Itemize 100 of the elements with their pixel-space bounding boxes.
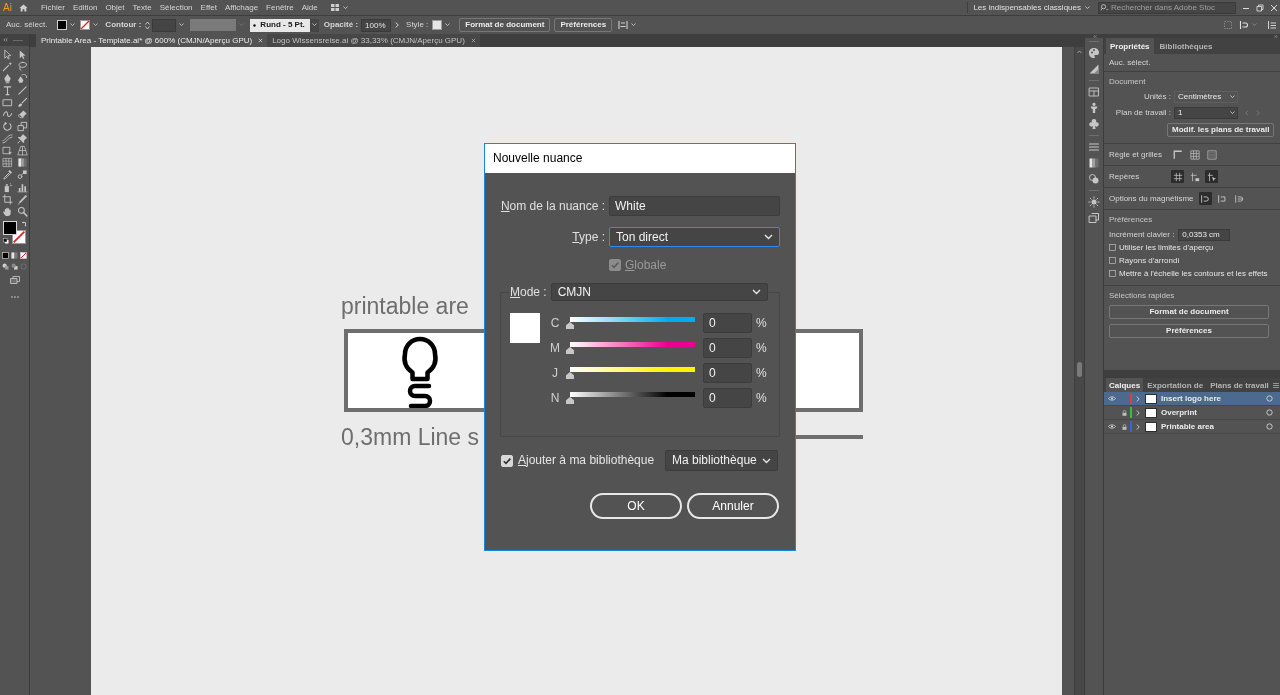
target-circle-icon[interactable] — [1266, 409, 1273, 416]
draw-behind-icon[interactable] — [11, 263, 18, 271]
toolbar-button[interactable]: Format de document — [459, 18, 551, 32]
pen-icon[interactable] — [1, 72, 13, 84]
restore-icon[interactable] — [1256, 3, 1264, 12]
units-dropdown[interactable]: Centimètres — [1174, 91, 1238, 103]
paintbrush-icon[interactable] — [16, 96, 28, 108]
keyboard-increment-field[interactable]: 0,0353 cm — [1178, 229, 1231, 241]
channel-value-field[interactable]: 0 — [703, 338, 752, 358]
target-circle-icon[interactable] — [1266, 423, 1273, 430]
menu-item[interactable]: Texte — [132, 2, 152, 13]
color-mode-dropdown[interactable]: CMJN — [550, 283, 768, 301]
curve-lines-icon[interactable] — [1, 133, 13, 145]
home-icon[interactable] — [18, 3, 28, 12]
panel-tab[interactable]: Plans de travail — [1207, 378, 1272, 392]
stroke-weight-field[interactable] — [152, 18, 177, 32]
channel-value-field[interactable]: 0 — [703, 313, 752, 333]
slider-thumb[interactable] — [566, 347, 574, 354]
document-tab[interactable]: Logo Wissensreise.ai @ 33,33% (CMJN/Aperçu GPU) — [267, 34, 480, 47]
type-icon[interactable] — [1, 84, 13, 96]
squiggle-icon[interactable] — [1, 108, 13, 120]
selection-arrow-icon[interactable] — [1, 48, 13, 60]
eraser-icon[interactable] — [16, 108, 28, 120]
edit-artboards-button[interactable]: Modif. les plans de travail — [1167, 123, 1275, 137]
dotted-square-icon[interactable] — [1223, 20, 1233, 30]
caret-icon[interactable] — [70, 23, 76, 27]
menu-item[interactable]: Objet — [105, 2, 125, 13]
document-tab[interactable]: Printable Area - Template.ai* @ 600% (CMJN/Aperçu GPU) — [36, 34, 268, 47]
search-icon[interactable] — [1100, 4, 1109, 11]
menu-item[interactable]: Affichage — [224, 2, 259, 13]
swatch-name-field[interactable]: White — [609, 196, 780, 216]
ok-button[interactable]: OK — [590, 493, 682, 519]
sun-icon[interactable] — [1088, 196, 1100, 208]
scrollbar-thumb[interactable] — [1077, 362, 1082, 377]
perspective-grid-icon[interactable] — [16, 145, 28, 157]
align-bars-icon[interactable] — [618, 20, 629, 30]
opacity-label-link[interactable]: Opacité : — [323, 20, 359, 30]
no-fill-icon[interactable] — [20, 252, 27, 260]
default-colors-icon[interactable] — [2, 238, 9, 245]
fill-swatch[interactable] — [57, 20, 68, 30]
type-dropdown[interactable]: Ton direct — [609, 227, 780, 247]
toggle-button[interactable] — [1232, 192, 1246, 205]
toggle-button[interactable] — [1171, 148, 1184, 161]
toggle-button[interactable] — [1188, 170, 1201, 183]
gradient-fill-icon[interactable] — [11, 252, 18, 260]
toggle-button[interactable] — [1188, 148, 1201, 161]
club-icon[interactable] — [1088, 118, 1100, 130]
checkbox[interactable] — [1109, 244, 1116, 251]
eyedropper-icon[interactable] — [1, 169, 13, 181]
panel-menu-icon[interactable] — [1267, 20, 1277, 30]
panel-tab[interactable]: Bibliothèques — [1155, 38, 1217, 54]
gradient-square-icon[interactable] — [16, 157, 28, 169]
slider-thumb[interactable] — [566, 322, 574, 329]
eye-icon[interactable] — [1107, 424, 1116, 429]
brush-dropdown[interactable]: Rund - 5 Pt. — [250, 18, 310, 32]
artboard-number-field[interactable]: 1 — [1174, 107, 1238, 119]
zoom-icon[interactable] — [16, 205, 28, 217]
spinner-arrows-icon[interactable] — [145, 20, 151, 30]
line-segment-icon[interactable] — [16, 84, 28, 96]
circle-square-icon[interactable] — [16, 169, 28, 181]
slider-thumb[interactable] — [566, 397, 574, 404]
brush-menu-button[interactable] — [309, 18, 319, 32]
menu-item[interactable]: Fenêtre — [266, 2, 294, 13]
panel-tab[interactable]: Propriétés — [1106, 38, 1154, 54]
swap-arrow-icon[interactable] — [20, 221, 27, 228]
knife-icon[interactable] — [16, 193, 28, 205]
stacked-squares-icon[interactable] — [1088, 212, 1100, 224]
menu-item[interactable]: Aide — [301, 2, 318, 13]
person-icon[interactable] — [1088, 102, 1100, 114]
bar-graph-icon[interactable] — [16, 181, 28, 193]
eye-icon[interactable] — [1107, 396, 1116, 401]
layer-row[interactable]: Printable area — [1104, 420, 1280, 434]
slider-thumb[interactable] — [566, 372, 574, 379]
menu-item[interactable]: Effet — [200, 2, 217, 13]
caret-icon[interactable] — [179, 23, 185, 27]
vertical-scrollbar[interactable] — [1074, 47, 1084, 695]
layer-row[interactable]: Insert logo here — [1104, 392, 1280, 406]
window-grid-icon[interactable] — [1088, 86, 1100, 98]
checkbox[interactable] — [1109, 257, 1116, 264]
curvature-pen-icon[interactable] — [16, 72, 28, 84]
menu-item[interactable]: Sélection — [159, 2, 193, 13]
pushpin-icon[interactable] — [16, 133, 28, 145]
caret-icon[interactable] — [93, 23, 99, 27]
rotate-icon[interactable] — [1, 121, 13, 133]
more-tools-dots-icon[interactable] — [10, 296, 19, 299]
hand-icon[interactable] — [1, 205, 13, 217]
workspace-switcher[interactable]: Les indispensables classiques — [973, 2, 1090, 13]
app-logo[interactable]: Ai — [3, 2, 12, 13]
layer-row[interactable]: Overprint — [1104, 406, 1280, 420]
checkbox[interactable] — [1109, 270, 1116, 277]
lock-icon[interactable] — [1122, 423, 1127, 430]
caret-icon[interactable] — [342, 5, 348, 10]
close-icon[interactable] — [1270, 3, 1278, 12]
screen-mode-icon[interactable] — [9, 276, 20, 285]
toggle-button[interactable] — [1171, 170, 1184, 183]
quick-action-button[interactable]: Préférences — [1109, 324, 1269, 338]
quick-action-button[interactable]: Format de document — [1109, 305, 1269, 319]
triangle-icon[interactable] — [1088, 63, 1100, 75]
chevron-right-icon[interactable] — [395, 22, 400, 28]
channel-value-field[interactable]: 0 — [703, 363, 752, 383]
